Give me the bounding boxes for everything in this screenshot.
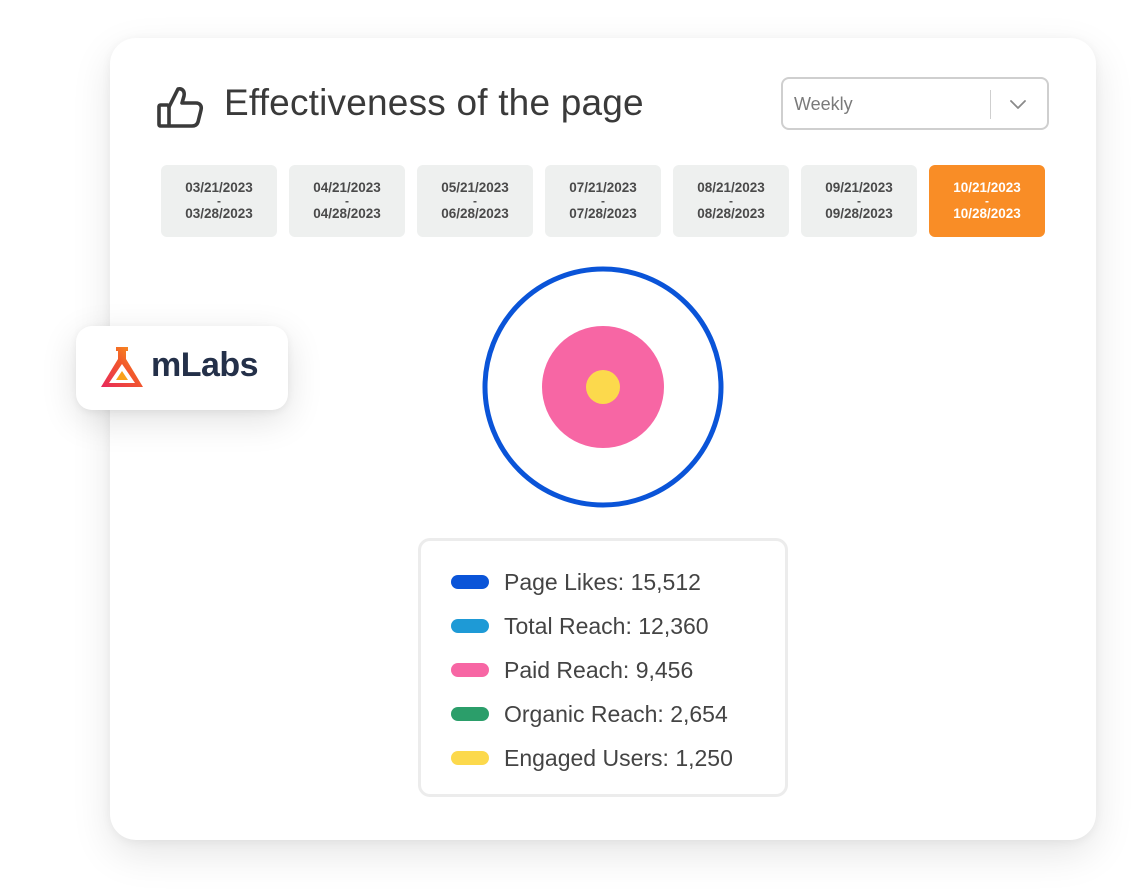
chevron-down-icon	[1010, 100, 1026, 109]
legend-swatch	[451, 707, 489, 721]
legend-label: Total Reach: 12,360	[504, 612, 709, 639]
legend-item-total-reach: Total Reach: 12,360	[451, 611, 709, 641]
date-range-end: 03/28/2023	[185, 206, 253, 221]
legend-item-organic-reach: Organic Reach: 2,654	[451, 699, 728, 729]
date-range-chip[interactable]: 07/21/2023 - 07/28/2023	[545, 165, 661, 237]
date-range-separator: -	[473, 194, 477, 208]
legend-item-paid-reach: Paid Reach: 9,456	[451, 655, 693, 685]
legend-label: Paid Reach: 9,456	[504, 656, 694, 683]
chart-legend: Page Likes: 15,512 Total Reach: 12,360 P…	[418, 538, 788, 797]
legend-swatch	[451, 619, 489, 633]
mlabs-flask-logo-icon	[101, 347, 143, 387]
date-range-separator: -	[601, 194, 605, 208]
legend-label: Page Likes: 15,512	[504, 568, 701, 595]
date-range-end: 10/28/2023	[953, 206, 1021, 221]
date-range-chip[interactable]: 09/21/2023 - 09/28/2023	[801, 165, 917, 237]
legend-swatch	[451, 751, 489, 765]
date-range-separator: -	[345, 194, 349, 208]
legend-label: Engaged Users: 1,250	[504, 744, 733, 771]
period-select[interactable]: Weekly	[781, 77, 1049, 130]
legend-swatch	[451, 663, 489, 677]
thumbs-up-icon	[157, 87, 204, 128]
legend-item-page-likes: Page Likes: 15,512	[451, 567, 701, 597]
date-range-end: 06/28/2023	[441, 206, 509, 221]
period-select-value: Weekly	[794, 94, 853, 114]
date-range-chip[interactable]: 08/21/2023 - 08/28/2023	[673, 165, 789, 237]
legend-label: Organic Reach: 2,654	[504, 700, 728, 727]
select-divider	[990, 90, 991, 119]
brand-card: mLabs	[76, 326, 288, 410]
date-range-chip[interactable]: 03/21/2023 - 03/28/2023	[161, 165, 277, 237]
date-range-end: 07/28/2023	[569, 206, 637, 221]
legend-swatch	[451, 575, 489, 589]
engaged-users-circle	[586, 370, 620, 404]
date-range-end: 09/28/2023	[825, 206, 893, 221]
date-range-chip-active[interactable]: 10/21/2023 - 10/28/2023	[929, 165, 1045, 237]
date-range-end: 08/28/2023	[697, 206, 765, 221]
date-range-separator: -	[985, 194, 989, 208]
page-title: Effectiveness of the page	[224, 82, 644, 123]
date-range-chip[interactable]: 05/21/2023 - 06/28/2023	[417, 165, 533, 237]
date-range-separator: -	[729, 194, 733, 208]
reach-circles-chart	[482, 266, 724, 508]
date-range-separator: -	[217, 194, 221, 208]
date-range-separator: -	[857, 194, 861, 208]
brand-name: mLabs	[151, 346, 259, 384]
legend-item-engaged-users: Engaged Users: 1,250	[451, 743, 733, 773]
date-range-end: 04/28/2023	[313, 206, 381, 221]
date-range-chip[interactable]: 04/21/2023 - 04/28/2023	[289, 165, 405, 237]
